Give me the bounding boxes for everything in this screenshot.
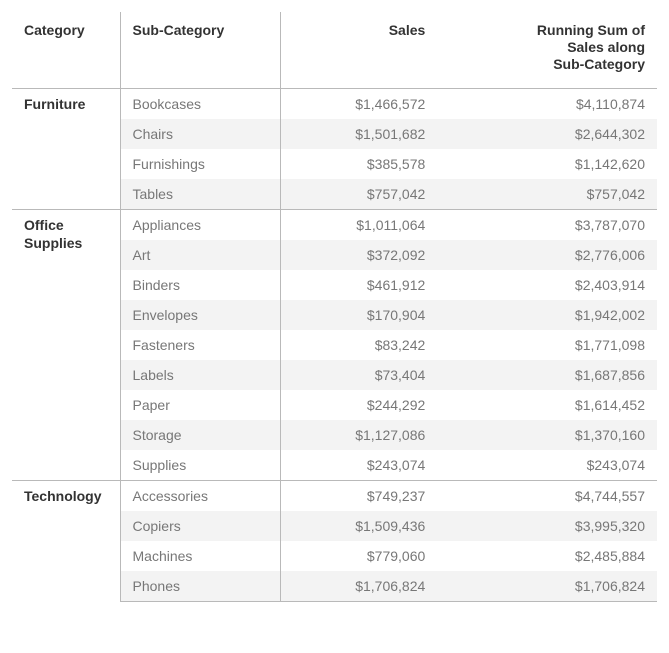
running-sum-cell: $1,614,452 bbox=[437, 390, 657, 420]
running-sum-cell: $2,776,006 bbox=[437, 240, 657, 270]
table-row: OfficeSuppliesAppliances$1,011,064$3,787… bbox=[12, 210, 657, 241]
sales-cell: $83,242 bbox=[280, 330, 437, 360]
category-cell: OfficeSupplies bbox=[12, 210, 120, 481]
sub-category-cell: Appliances bbox=[120, 210, 280, 241]
header-category: Category bbox=[12, 12, 120, 89]
running-sum-cell: $4,744,557 bbox=[437, 481, 657, 512]
header-sub-category: Sub-Category bbox=[120, 12, 280, 89]
running-sum-cell: $757,042 bbox=[437, 179, 657, 210]
sales-cell: $1,501,682 bbox=[280, 119, 437, 149]
sales-cell: $1,509,436 bbox=[280, 511, 437, 541]
running-sum-cell: $2,644,302 bbox=[437, 119, 657, 149]
sub-category-cell: Envelopes bbox=[120, 300, 280, 330]
sales-cell: $1,706,824 bbox=[280, 571, 437, 602]
running-sum-cell: $2,403,914 bbox=[437, 270, 657, 300]
sub-category-cell: Paper bbox=[120, 390, 280, 420]
sales-cell: $461,912 bbox=[280, 270, 437, 300]
sub-category-cell: Chairs bbox=[120, 119, 280, 149]
running-sum-cell: $4,110,874 bbox=[437, 89, 657, 120]
category-cell: Furniture bbox=[12, 89, 120, 210]
header-running-sum: Running Sum of Sales along Sub-Category bbox=[437, 12, 657, 89]
sales-cell: $243,074 bbox=[280, 450, 437, 481]
sub-category-cell: Tables bbox=[120, 179, 280, 210]
sub-category-cell: Copiers bbox=[120, 511, 280, 541]
sub-category-cell: Accessories bbox=[120, 481, 280, 512]
running-sum-cell: $1,771,098 bbox=[437, 330, 657, 360]
sales-cell: $385,578 bbox=[280, 149, 437, 179]
running-sum-cell: $1,687,856 bbox=[437, 360, 657, 390]
table-row: TechnologyAccessories$749,237$4,744,557 bbox=[12, 481, 657, 512]
sales-cell: $73,404 bbox=[280, 360, 437, 390]
sub-category-cell: Labels bbox=[120, 360, 280, 390]
header-sales: Sales bbox=[280, 12, 437, 89]
sub-category-cell: Supplies bbox=[120, 450, 280, 481]
running-sum-cell: $1,706,824 bbox=[437, 571, 657, 602]
running-sum-cell: $3,787,070 bbox=[437, 210, 657, 241]
sales-cell: $749,237 bbox=[280, 481, 437, 512]
sub-category-cell: Phones bbox=[120, 571, 280, 602]
running-sum-cell: $3,995,320 bbox=[437, 511, 657, 541]
running-sum-cell: $243,074 bbox=[437, 450, 657, 481]
category-cell: Technology bbox=[12, 481, 120, 602]
sales-cell: $170,904 bbox=[280, 300, 437, 330]
running-sum-cell: $1,942,002 bbox=[437, 300, 657, 330]
running-sum-cell: $1,142,620 bbox=[437, 149, 657, 179]
sub-category-cell: Fasteners bbox=[120, 330, 280, 360]
running-sum-cell: $2,485,884 bbox=[437, 541, 657, 571]
sub-category-cell: Furnishings bbox=[120, 149, 280, 179]
sub-category-cell: Binders bbox=[120, 270, 280, 300]
sub-category-cell: Storage bbox=[120, 420, 280, 450]
table-row: FurnitureBookcases$1,466,572$4,110,874 bbox=[12, 89, 657, 120]
crosstab-table: Category Sub-Category Sales Running Sum … bbox=[12, 12, 657, 602]
sales-cell: $1,466,572 bbox=[280, 89, 437, 120]
sales-cell: $372,092 bbox=[280, 240, 437, 270]
sales-cell: $1,011,064 bbox=[280, 210, 437, 241]
sub-category-cell: Art bbox=[120, 240, 280, 270]
running-sum-cell: $1,370,160 bbox=[437, 420, 657, 450]
sub-category-cell: Machines bbox=[120, 541, 280, 571]
sales-cell: $757,042 bbox=[280, 179, 437, 210]
sales-cell: $244,292 bbox=[280, 390, 437, 420]
sales-cell: $1,127,086 bbox=[280, 420, 437, 450]
sales-cell: $779,060 bbox=[280, 541, 437, 571]
sub-category-cell: Bookcases bbox=[120, 89, 280, 120]
